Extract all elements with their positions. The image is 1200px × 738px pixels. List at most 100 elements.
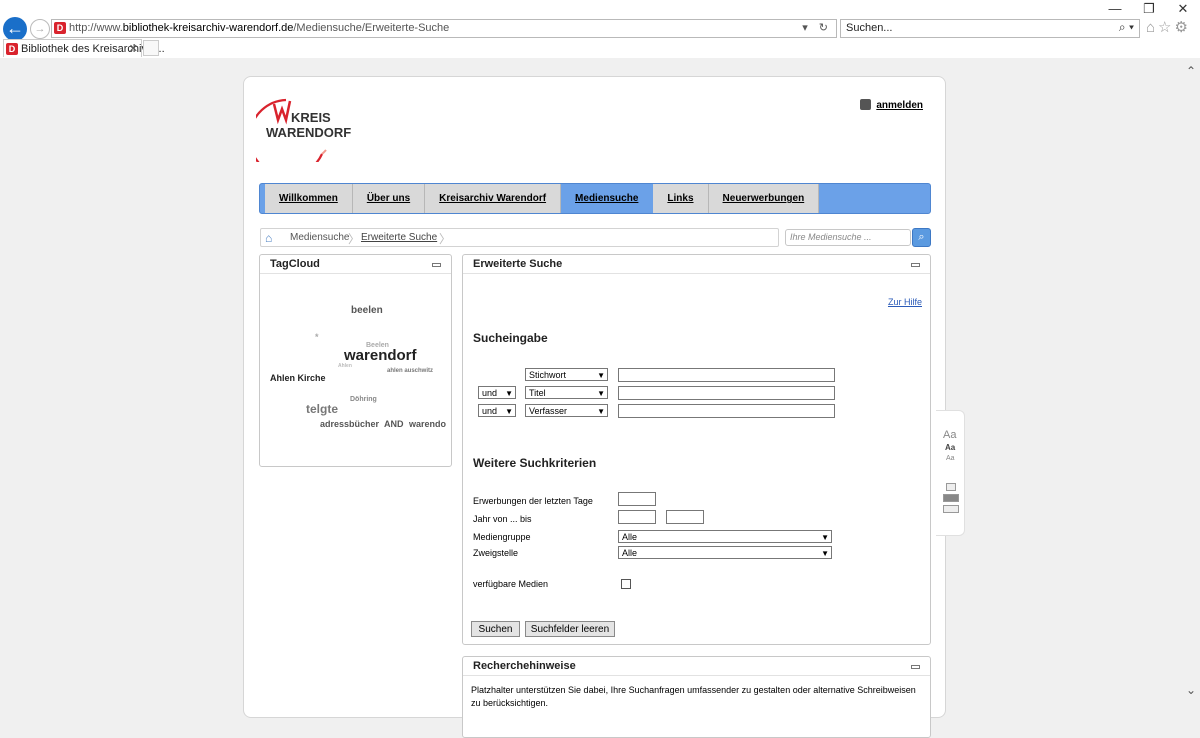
tag-warendo[interactable]: warendo bbox=[409, 419, 446, 429]
close-tab-icon[interactable]: ✕ bbox=[129, 42, 138, 55]
quick-search-button[interactable]: ⌕ bbox=[912, 228, 931, 247]
research-hints-text: Platzhalter unterstützen Sie dabei, Ihre… bbox=[471, 685, 916, 708]
field-select-3-value: Verfasser bbox=[529, 406, 568, 416]
field-select-1-value: Stichwort bbox=[529, 370, 567, 380]
tag-ahlen-auschwitz[interactable]: ahlen auschwitz bbox=[387, 368, 433, 374]
tag-beelen[interactable]: beelen bbox=[351, 305, 383, 316]
nav-item-5[interactable]: Neuerwerbungen bbox=[709, 184, 820, 213]
mediagroup-select[interactable]: Alle ▼ bbox=[618, 530, 832, 543]
search-term-input-3[interactable] bbox=[618, 404, 835, 418]
breadcrumb-separator-icon: 〉 bbox=[348, 232, 361, 246]
days-input[interactable] bbox=[618, 492, 656, 506]
tag-ahlen[interactable]: Ahlen bbox=[338, 363, 352, 369]
breadcrumb-item-mediensuche[interactable]: Mediensuche bbox=[290, 232, 349, 243]
tagcloud-panel: TagCloud beelen * Beelen warendorf Ahlen… bbox=[259, 254, 452, 467]
width-medium-icon[interactable] bbox=[943, 494, 959, 502]
browser-search-placeholder: Suchen... bbox=[846, 22, 893, 34]
chevron-down-icon: ▼ bbox=[597, 371, 605, 380]
kreis-warendorf-logo[interactable]: KREIS WARENDORF bbox=[256, 92, 366, 162]
text-size-medium[interactable]: Aa bbox=[945, 443, 955, 452]
advanced-search-panel: Erweiterte Suche Zur Hilfe Sucheingabe S… bbox=[462, 254, 931, 645]
field-select-3[interactable]: Verfasser ▼ bbox=[525, 404, 608, 417]
width-narrow-icon[interactable] bbox=[946, 483, 956, 491]
operator-select-3-value: und bbox=[482, 406, 498, 416]
close-window-button[interactable]: ✕ bbox=[1166, 0, 1200, 18]
url-domain: bibliothek-kreisarchiv-warendorf.de bbox=[122, 22, 294, 34]
section-weitere-suchkriterien: Weitere Suchkriterien bbox=[473, 456, 597, 470]
nav-item-2[interactable]: Kreisarchiv Warendorf bbox=[425, 184, 562, 213]
nav-item-3[interactable]: Mediensuche bbox=[561, 184, 654, 213]
operator-select-3[interactable]: und ▼ bbox=[478, 404, 516, 417]
browser-search-box[interactable]: Suchen... ⌕ ▾ bbox=[840, 19, 1140, 38]
tag-adressbuecher[interactable]: adressbücher bbox=[320, 419, 379, 429]
login-link[interactable]: anmelden bbox=[860, 99, 923, 111]
research-hints-title: Recherchehinweise bbox=[473, 660, 576, 672]
branch-select[interactable]: Alle ▼ bbox=[618, 546, 832, 559]
research-hints-panel: Recherchehinweise Platzhalter unterstütz… bbox=[462, 656, 931, 738]
quick-search-input[interactable]: Ihre Mediensuche ... bbox=[785, 229, 911, 246]
mediagroup-value: Alle bbox=[622, 532, 638, 542]
arrow-left-icon: ← bbox=[6, 18, 24, 38]
back-button[interactable]: ← bbox=[3, 17, 27, 41]
logo-line2: WARENDORF bbox=[266, 125, 351, 140]
minimize-icon[interactable] bbox=[432, 263, 441, 267]
advanced-search-title: Erweiterte Suche bbox=[473, 258, 563, 270]
browser-chrome: — ❐ ✕ ← → D http://www.bibliothek-kreisa… bbox=[0, 0, 1200, 58]
field-select-2[interactable]: Titel ▼ bbox=[525, 386, 608, 399]
chevron-down-icon: ▼ bbox=[597, 407, 605, 416]
chevron-down-icon: ▼ bbox=[821, 549, 829, 558]
clear-fields-button[interactable]: Suchfelder leeren bbox=[525, 621, 615, 637]
text-size-large[interactable]: Aa bbox=[943, 429, 956, 441]
search-button[interactable]: Suchen bbox=[471, 621, 520, 637]
search-term-input-1[interactable] bbox=[618, 368, 835, 382]
tagcloud-title: TagCloud bbox=[270, 258, 320, 270]
new-tab-button[interactable] bbox=[143, 40, 159, 56]
main-navigation: Willkommen Über uns Kreisarchiv Warendorf M… bbox=[259, 183, 931, 214]
tagcloud-header: TagCloud bbox=[260, 255, 451, 274]
vertical-scrollbar[interactable]: ⌃ ⌄ bbox=[1183, 62, 1200, 705]
tag-telgte[interactable]: telgte bbox=[306, 402, 338, 416]
restore-button[interactable]: ❐ bbox=[1132, 0, 1166, 18]
nav-item-1[interactable]: Über uns bbox=[353, 184, 426, 213]
nav-item-4[interactable]: Links bbox=[653, 184, 709, 213]
home-icon[interactable]: ⌂ bbox=[265, 231, 272, 245]
site-favicon-icon: D bbox=[54, 22, 66, 34]
chevron-up-icon[interactable]: ⌃ bbox=[1186, 64, 1196, 78]
field-select-1[interactable]: Stichwort ▼ bbox=[525, 368, 608, 381]
days-label: Erwerbungen der letzten Tage bbox=[473, 496, 593, 506]
forward-button[interactable]: → bbox=[30, 19, 50, 39]
lock-icon bbox=[860, 99, 872, 110]
login-label: anmelden bbox=[876, 100, 923, 111]
tag-ahlen-kirche[interactable]: Ahlen Kirche bbox=[270, 373, 326, 383]
url-text[interactable]: http://www.bibliothek-kreisarchiv-warend… bbox=[69, 22, 449, 34]
logo-line1: KREIS bbox=[291, 110, 331, 125]
chevron-down-icon[interactable]: ⌄ bbox=[1186, 683, 1196, 697]
available-checkbox[interactable] bbox=[621, 579, 631, 589]
tag-and[interactable]: AND bbox=[384, 419, 404, 429]
operator-select-2[interactable]: und ▼ bbox=[478, 386, 516, 399]
tag-asterisk[interactable]: * bbox=[315, 332, 319, 342]
breadcrumb-item-erweiterte-suche[interactable]: Erweiterte Suche bbox=[361, 232, 437, 243]
year-from-input[interactable] bbox=[618, 510, 656, 524]
home-favorites-settings-icon[interactable]: ⌂☆⚙ bbox=[1146, 18, 1191, 36]
tab-row: D Bibliothek des Kreisarchivs ... ✕ bbox=[0, 39, 1200, 57]
browser-tab[interactable]: D Bibliothek des Kreisarchivs ... ✕ bbox=[3, 39, 165, 57]
minimize-icon[interactable] bbox=[911, 665, 920, 669]
year-to-input[interactable] bbox=[666, 510, 704, 524]
tag-warendorf[interactable]: warendorf bbox=[344, 347, 417, 364]
help-link[interactable]: Zur Hilfe bbox=[888, 297, 922, 307]
text-size-small[interactable]: Aa bbox=[946, 455, 955, 462]
refresh-icon[interactable]: ▾ ↻ bbox=[802, 21, 832, 34]
breadcrumb-separator-icon: 〉 bbox=[439, 232, 452, 246]
minimize-icon[interactable] bbox=[911, 263, 920, 267]
nav-item-0[interactable]: Willkommen bbox=[265, 184, 353, 213]
operator-select-2-value: und bbox=[482, 388, 498, 398]
available-label: verfügbare Medien bbox=[473, 579, 549, 589]
search-term-input-2[interactable] bbox=[618, 386, 835, 400]
tag-doehring[interactable]: Döhring bbox=[350, 396, 377, 403]
search-icon[interactable]: ⌕ ▾ bbox=[1119, 20, 1134, 35]
minimize-button[interactable]: — bbox=[1098, 0, 1132, 18]
research-hints-header: Recherchehinweise bbox=[463, 657, 930, 676]
address-bar[interactable]: D http://www.bibliothek-kreisarchiv-ware… bbox=[51, 19, 837, 38]
width-wide-icon[interactable] bbox=[943, 505, 959, 513]
